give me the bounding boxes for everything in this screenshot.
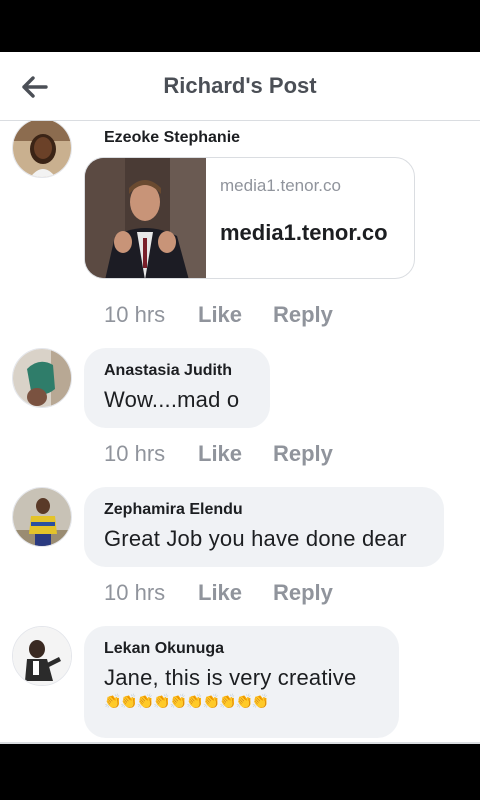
comment-timestamp[interactable]: 10 hrs [104,302,198,328]
comment-author[interactable]: Zephamira Elendu [104,501,424,519]
comment-actions: 10 hrs Like Reply [104,302,333,328]
reply-button[interactable]: Reply [273,441,333,467]
link-domain: media1.tenor.co [220,176,341,195]
avatar[interactable] [12,121,72,178]
comment-list: Ezeoke Stephanie media1.tenor.co media1.… [0,121,480,744]
comment-text: Wow....mad o [104,387,240,412]
like-button[interactable]: Like [198,441,273,467]
comment-text: Great Job you have done dear [104,526,407,551]
comment-author[interactable]: Lekan Okunuga [104,640,379,658]
comment-actions: 10 hrs Like Reply [104,580,333,606]
link-preview-card[interactable]: media1.tenor.co media1.tenor.co [84,157,415,279]
avatar[interactable] [12,348,72,408]
comment-bubble[interactable]: Anastasia Judith Wow....mad o [84,348,270,428]
reply-button[interactable]: Reply [273,580,333,606]
clapping-hands-emoji-icon: 👏👏👏👏👏👏👏👏👏👏 [104,693,269,709]
comment-timestamp[interactable]: 10 hrs [104,441,198,467]
comment-actions: 10 hrs Like Reply [104,441,333,467]
comment-author[interactable]: Anastasia Judith [104,362,250,380]
app-header: Richard's Post [0,52,480,121]
gif-thumbnail [85,158,206,278]
system-nav-bar [0,744,480,800]
comment-timestamp[interactable]: 10 hrs [104,580,198,606]
link-title: media1.tenor.co [220,220,388,245]
page-title: Richard's Post [163,73,317,98]
reply-button[interactable]: Reply [273,302,333,328]
comment-bubble[interactable]: Lekan Okunuga Jane, this is very creativ… [84,626,399,738]
comment-bubble[interactable]: Zephamira Elendu Great Job you have done… [84,487,444,567]
avatar[interactable] [12,487,72,547]
comment-text: Jane, this is very creative [104,665,357,690]
comment-author[interactable]: Ezeoke Stephanie [104,129,240,147]
like-button[interactable]: Like [198,302,273,328]
like-button[interactable]: Like [198,580,273,606]
post-comments-screen: Richard's Post Ezeoke Stephanie media1.t… [0,52,480,744]
avatar[interactable] [12,626,72,686]
status-bar [0,0,480,52]
